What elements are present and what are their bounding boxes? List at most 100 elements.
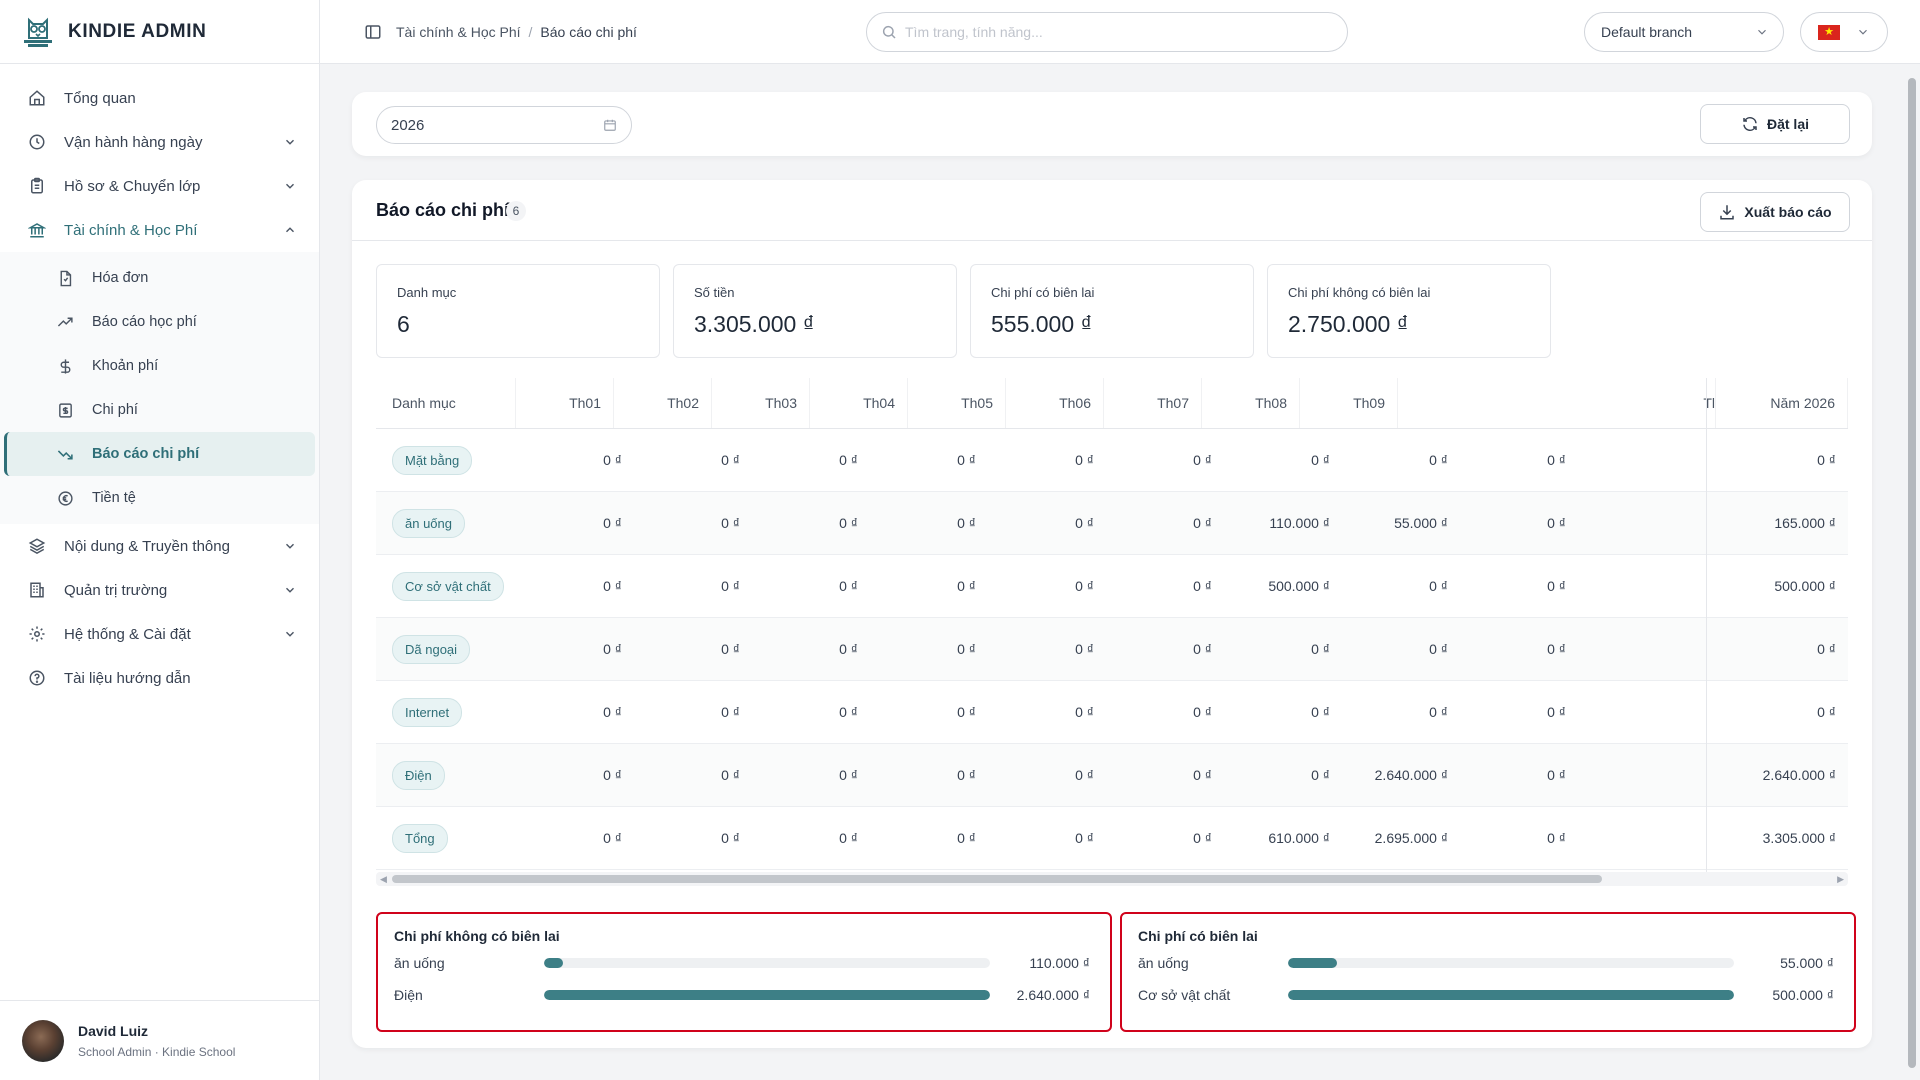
- month-value-cell: 2.695.000 ₫: [1374, 830, 1448, 846]
- language-select[interactable]: ★: [1800, 12, 1888, 52]
- chevron-down-icon: [286, 139, 294, 145]
- column-header[interactable]: Th07: [1104, 378, 1202, 428]
- month-value-cell: 0 ₫: [1311, 452, 1330, 468]
- user-name: David Luiz: [78, 1022, 149, 1039]
- sidebar-item-invoices[interactable]: Hóa đơn: [4, 256, 315, 300]
- sidebar-item-settings[interactable]: Hệ thống & Cài đặt: [0, 612, 319, 656]
- branch-select[interactable]: Default branch: [1584, 12, 1784, 52]
- sidebar-item-docs[interactable]: Tài liệu hướng dẫn: [0, 656, 319, 700]
- month-value-cell: 0 ₫: [1075, 704, 1094, 720]
- column-header[interactable]: Năm 2026: [1716, 378, 1848, 428]
- month-value-cell: 0 ₫: [1075, 452, 1094, 468]
- month-value-cell: 0 ₫: [1075, 767, 1094, 783]
- category-cell: Mặt bằng: [376, 429, 526, 491]
- page-scrollbar[interactable]: [1904, 64, 1920, 1080]
- column-header[interactable]: Th05: [908, 378, 1006, 428]
- progress-fill: [1288, 990, 1734, 1000]
- chevron-down-icon: [286, 631, 294, 637]
- sidebar-item-expense-report[interactable]: Báo cáo chi phí: [4, 432, 315, 476]
- sidebar-item-currency[interactable]: Tiền tệ: [4, 476, 315, 520]
- scroll-right-arrow-icon[interactable]: ▶: [1837, 874, 1844, 885]
- user-profile[interactable]: David Luiz School Admin · Kindie School: [0, 1000, 320, 1080]
- category-tag[interactable]: Tổng: [392, 823, 448, 853]
- table-scrollbar-thumb[interactable]: [392, 875, 1602, 883]
- category-tag[interactable]: Internet: [392, 697, 463, 727]
- stat-value: 555.000 ₫: [991, 311, 1093, 337]
- month-value-cell: 0 ₫: [1075, 515, 1094, 531]
- column-header[interactable]: Th06: [1006, 378, 1104, 428]
- sidebar-item-expenses[interactable]: Chi phí: [4, 388, 315, 432]
- stat-with-receipt: Chi phí có biên lai 555.000 ₫: [970, 264, 1254, 358]
- export-report-button[interactable]: Xuất báo cáo: [1700, 192, 1850, 232]
- month-value-cell: 0 ₫: [603, 767, 622, 783]
- search-input[interactable]: [905, 24, 1305, 40]
- column-header[interactable]: Th02: [614, 378, 712, 428]
- month-value-cell: 2.640.000 ₫: [1374, 767, 1448, 783]
- sidebar-item-content[interactable]: Nội dung & Truyền thông: [0, 524, 319, 568]
- column-header[interactable]: Th04: [810, 378, 908, 428]
- column-header[interactable]: Th03: [712, 378, 810, 428]
- owl-logo-icon: [24, 17, 52, 47]
- chevron-down-icon: [286, 543, 294, 549]
- sidebar-item-records[interactable]: Hồ sơ & Chuyển lớp: [0, 164, 319, 208]
- year-total-cell: 0 ₫: [1716, 618, 1848, 680]
- stat-label: Chi phí không có biên lai: [1288, 285, 1431, 300]
- sidebar-item-school-admin[interactable]: Quản trị trường: [0, 568, 319, 612]
- sidebar-item-tuition-report[interactable]: Báo cáo học phí: [4, 300, 315, 344]
- category-tag[interactable]: Mặt bằng: [392, 445, 473, 475]
- month-value-cell: 0 ₫: [957, 641, 976, 657]
- column-header[interactable]: Th08: [1202, 378, 1300, 428]
- month-value-cell: 0 ₫: [721, 830, 740, 846]
- clipboard-icon: [28, 177, 46, 195]
- progress-fill: [1288, 958, 1338, 968]
- category-tag[interactable]: ăn uống: [392, 508, 465, 538]
- sidebar-item-fees[interactable]: Khoản phí: [4, 344, 315, 388]
- invoice-icon: [56, 269, 74, 287]
- sidebar: KINDIE ADMIN Tổng quan Vận hành hàng ngà…: [0, 0, 320, 1080]
- column-header[interactable]: Th09: [1300, 378, 1398, 428]
- breakdown-value: 2.640.000 ₫: [1016, 987, 1090, 1003]
- brand[interactable]: KINDIE ADMIN: [0, 0, 319, 64]
- scroll-left-arrow-icon[interactable]: ◀: [380, 874, 387, 885]
- month-value-cell: 0 ₫: [957, 767, 976, 783]
- table-row: Dã ngoại 0 ₫ 0 ₫ 0 ₫ 0 ₫ 0 ₫ 0 ₫ 0 ₫ 0 ₫ 0 ₫ 0 ₫: [376, 618, 1848, 681]
- table-header-row: Danh mục Th01 Th02 Th03 Th04 Th05 Th06 Th07 Th08…: [376, 378, 1848, 429]
- sidebar-item-daily-operations[interactable]: Vận hành hàng ngày: [0, 120, 319, 164]
- year-picker[interactable]: 2026: [376, 106, 632, 144]
- page-scrollbar-thumb[interactable]: [1908, 78, 1916, 1068]
- year-total-cell: 2.640.000 ₫: [1716, 744, 1848, 806]
- sidebar-item-label: Tiền tệ: [92, 490, 136, 506]
- month-value-cell: 0 ₫: [839, 578, 858, 594]
- category-tag[interactable]: Cơ sở vật chất: [392, 571, 504, 601]
- month-value-cell: 0 ₫: [1429, 704, 1448, 720]
- sidebar-item-finance[interactable]: Tài chính & Học Phí: [0, 208, 319, 252]
- sidebar-item-label: Vận hành hàng ngày: [64, 133, 203, 151]
- month-value-cell: 0 ₫: [1193, 830, 1212, 846]
- progress-fill: [544, 990, 990, 1000]
- month-value-cell: 0 ₫: [1429, 578, 1448, 594]
- category-tag[interactable]: Dã ngoại: [392, 634, 471, 664]
- home-icon: [28, 89, 46, 107]
- trend-down-icon: [56, 445, 74, 463]
- stat-amount: Số tiền 3.305.000 ₫: [673, 264, 957, 358]
- sidebar-item-overview[interactable]: Tổng quan: [0, 76, 319, 120]
- search-box[interactable]: [866, 12, 1348, 52]
- column-header[interactable]: Tl: [1398, 378, 1716, 428]
- column-header[interactable]: Danh mục: [376, 378, 516, 428]
- export-label: Xuất báo cáo: [1744, 204, 1832, 220]
- chevron-up-icon: [286, 227, 294, 233]
- topbar: Tài chính & Học Phí / Báo cáo chi phí De…: [320, 0, 1920, 64]
- month-value-cell: 0 ₫: [721, 767, 740, 783]
- column-header[interactable]: Th01: [516, 378, 614, 428]
- stat-label: Danh mục: [397, 285, 457, 300]
- month-value-cell: 0 ₫: [1429, 452, 1448, 468]
- reset-button[interactable]: Đặt lại: [1700, 104, 1850, 144]
- month-value-cell: 0 ₫: [1193, 641, 1212, 657]
- month-value-cell: 0 ₫: [721, 641, 740, 657]
- breadcrumb-parent[interactable]: Tài chính & Học Phí: [396, 24, 521, 40]
- category-tag[interactable]: Điện: [392, 760, 445, 790]
- sidebar-toggle-icon[interactable]: [364, 23, 382, 41]
- table-horizontal-scrollbar[interactable]: ◀ ▶: [376, 872, 1848, 886]
- bank-icon: [28, 221, 46, 239]
- report-header: Báo cáo chi phí 6 Xuất báo cáo: [352, 180, 1872, 241]
